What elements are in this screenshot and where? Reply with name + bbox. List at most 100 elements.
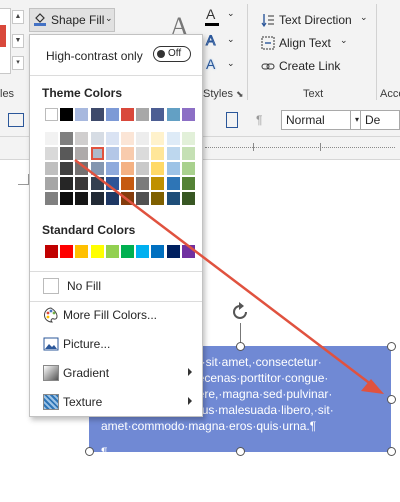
theme-shade-swatch[interactable] (121, 162, 134, 175)
standard-color-swatch[interactable] (45, 245, 58, 258)
theme-shade-swatch[interactable] (60, 147, 74, 160)
standard-color-swatch[interactable] (75, 245, 89, 258)
theme-shade-swatch[interactable] (45, 162, 58, 175)
theme-shade-swatch[interactable] (60, 132, 74, 145)
theme-shade-swatch[interactable] (151, 192, 165, 205)
resize-handle-bottom-middle[interactable] (236, 447, 245, 456)
align-text-button[interactable]: Align Text ⌄ (259, 35, 349, 53)
theme-shade-swatch[interactable] (45, 192, 58, 205)
theme-shade-swatch[interactable] (121, 147, 134, 160)
theme-shade-swatch[interactable] (105, 132, 119, 145)
theme-shade-swatch[interactable] (181, 192, 195, 205)
theme-color-swatch[interactable] (181, 108, 195, 121)
theme-shade-swatch[interactable] (151, 147, 165, 160)
theme-color-swatch[interactable] (151, 108, 165, 121)
theme-shade-swatch[interactable] (181, 132, 195, 145)
theme-shade-swatch[interactable] (121, 177, 134, 190)
text-direction-button[interactable]: Text Direction ⌄ (259, 12, 369, 30)
gallery-down-icon[interactable]: ▼ (12, 34, 24, 48)
gallery-more-icon[interactable]: ▾ (12, 56, 24, 70)
theme-shade-swatch[interactable] (151, 162, 165, 175)
standard-color-swatch[interactable] (151, 245, 165, 258)
text-effects-button[interactable]: A ⌄ (205, 56, 235, 78)
more-fill-colors-item[interactable]: More Fill Colors... (30, 302, 202, 328)
theme-shade-swatch[interactable] (75, 132, 89, 145)
text-box-icon[interactable] (8, 113, 24, 127)
theme-color-swatch[interactable] (75, 108, 89, 121)
theme-shade-swatch[interactable] (105, 147, 119, 160)
theme-shade-swatch[interactable] (90, 132, 104, 145)
theme-shade-swatch[interactable] (90, 162, 104, 175)
theme-color-swatch[interactable] (45, 108, 58, 121)
theme-shade-swatch[interactable] (60, 192, 74, 205)
rotate-handle-icon[interactable] (229, 301, 251, 323)
page-icon[interactable] (226, 112, 238, 128)
resize-handle-bottom-left[interactable] (85, 447, 94, 456)
standard-color-swatch[interactable] (136, 245, 150, 258)
theme-color-swatch[interactable] (136, 108, 150, 121)
theme-shade-swatch[interactable] (181, 177, 195, 190)
theme-shade-swatch[interactable] (60, 162, 74, 175)
theme-shade-swatch[interactable] (181, 147, 195, 160)
theme-color-swatch[interactable] (121, 108, 134, 121)
theme-color-swatch[interactable] (60, 108, 74, 121)
theme-shade-swatch[interactable] (45, 147, 58, 160)
texture-item[interactable]: Texture (30, 389, 202, 415)
standard-color-swatch[interactable] (60, 245, 74, 258)
theme-shade-swatch[interactable] (136, 177, 150, 190)
standard-color-swatch[interactable] (105, 245, 119, 258)
high-contrast-toggle[interactable]: Off (153, 46, 191, 62)
theme-shade-swatch[interactable] (105, 162, 119, 175)
theme-shade-swatch[interactable] (181, 162, 195, 175)
theme-shade-swatch[interactable] (136, 192, 150, 205)
standard-color-swatch[interactable] (121, 245, 134, 258)
theme-shade-swatch[interactable] (151, 177, 165, 190)
resize-handle-middle-right[interactable] (387, 395, 396, 404)
theme-shade-swatch[interactable] (75, 177, 89, 190)
standard-color-swatch[interactable] (166, 245, 180, 258)
theme-shade-swatch[interactable] (75, 192, 89, 205)
style-combo[interactable]: Normal (281, 110, 351, 130)
theme-shade-swatch[interactable] (75, 147, 89, 160)
theme-shade-swatch-selected[interactable] (90, 147, 104, 160)
theme-shade-swatch[interactable] (90, 192, 104, 205)
theme-shade-swatch[interactable] (166, 162, 180, 175)
dialog-launcher-icon[interactable]: ⬊ (236, 89, 244, 100)
theme-shade-swatch[interactable] (105, 177, 119, 190)
standard-color-swatch[interactable] (90, 245, 104, 258)
theme-color-swatch[interactable] (166, 108, 180, 121)
theme-shade-swatch[interactable] (166, 177, 180, 190)
gallery-up-icon[interactable]: ▲ (12, 10, 24, 24)
resize-handle-top-middle[interactable] (236, 342, 245, 351)
style-gallery-fragment[interactable] (0, 8, 11, 74)
theme-shade-swatch[interactable] (90, 177, 104, 190)
standard-color-swatch[interactable] (181, 245, 195, 258)
picture-fill-item[interactable]: Picture... (30, 331, 202, 357)
theme-shade-swatch[interactable] (136, 132, 150, 145)
theme-shade-swatch[interactable] (166, 192, 180, 205)
theme-shade-swatch[interactable] (136, 147, 150, 160)
no-fill-item[interactable]: No Fill (30, 273, 202, 299)
theme-shade-swatch[interactable] (45, 132, 58, 145)
theme-color-swatch[interactable] (90, 108, 104, 121)
theme-shade-swatch[interactable] (60, 177, 74, 190)
paragraph-mark-icon[interactable]: ¶ (256, 113, 262, 127)
create-link-button[interactable]: Create Link (259, 58, 349, 76)
resize-handle-bottom-right[interactable] (387, 447, 396, 456)
resize-handle-top-right[interactable] (387, 342, 396, 351)
shape-fill-button[interactable]: Shape Fill ⌄ (29, 8, 115, 32)
theme-shade-swatch[interactable] (151, 132, 165, 145)
theme-shade-swatch[interactable] (166, 147, 180, 160)
theme-shade-swatch[interactable] (45, 177, 58, 190)
font-combo[interactable]: De (360, 110, 400, 130)
theme-shade-swatch[interactable] (166, 132, 180, 145)
theme-color-swatch[interactable] (105, 108, 119, 121)
theme-shade-swatch[interactable] (121, 132, 134, 145)
theme-shade-swatch[interactable] (121, 192, 134, 205)
theme-shade-swatch[interactable] (75, 162, 89, 175)
theme-shade-swatch[interactable] (105, 192, 119, 205)
theme-shade-swatch[interactable] (136, 162, 150, 175)
gradient-item[interactable]: Gradient (30, 360, 202, 386)
text-outline-button[interactable]: A ⌄ (205, 32, 235, 54)
text-fill-button[interactable]: A ⌄ (205, 6, 235, 28)
